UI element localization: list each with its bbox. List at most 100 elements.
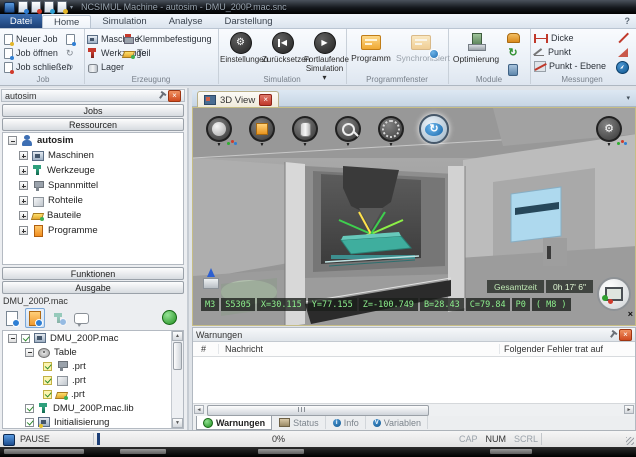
scroll-left-icon[interactable]: ◄ [194,405,204,414]
tree-item-mac[interactable]: DMU_200P.mac [3,331,183,345]
tree-item-programme[interactable]: Programme [3,223,183,238]
qat-dropdown-icon[interactable]: ▾ [70,4,73,11]
qat-play-icon[interactable] [44,1,54,13]
punkt-button[interactable]: Punkt [534,46,571,58]
tree-item-rohteile[interactable]: Rohteile [3,193,183,208]
tab-darstellung[interactable]: Darstellung [214,14,284,28]
tab-simulation[interactable]: Simulation [91,14,157,28]
einstellungen-button[interactable]: ⚙ Einstellungen [220,32,261,65]
sync-job-button[interactable]: ↻ [66,61,74,73]
dropdown-caret-icon[interactable]: ▼ [346,143,351,147]
collapse-icon[interactable] [25,348,34,357]
dropdown-caret-icon[interactable]: ▼ [303,143,308,147]
expand-icon[interactable] [19,181,28,190]
column-nachricht[interactable]: Nachricht [219,344,499,354]
pin-icon[interactable] [159,92,165,99]
expand-icon[interactable] [19,166,28,175]
measure-angle-button[interactable] [616,46,629,58]
collapse-icon[interactable] [8,334,17,343]
programm-button[interactable]: Programm [348,35,394,63]
zoom-button[interactable]: ▼ [335,116,361,147]
monitor-panel-button[interactable] [597,277,631,311]
optimierung-button[interactable]: Optimierung [450,33,502,64]
tree-item-werkzeuge[interactable]: Werkzeuge [3,163,183,178]
tree-item-maclib[interactable]: DMU_200P.mac.lib [3,401,183,415]
scroll-up-icon[interactable]: ▲ [172,331,183,341]
qat-save-icon[interactable] [57,1,67,13]
lager-button[interactable]: Lager [87,61,124,73]
synchronisiert-button[interactable]: Synchronisiert [396,35,446,63]
glove-tool-button[interactable] [506,31,520,44]
close-job-button[interactable]: Job schließen [4,61,72,73]
tree-item-spannmittel[interactable]: Spannmittel [3,178,183,193]
3d-view-tab[interactable]: 3D View × [197,91,279,108]
tab-status[interactable]: Status [273,416,326,429]
view-list-dropdown-icon[interactable]: ▾ [626,94,630,102]
measure-distance-button[interactable] [616,31,629,43]
checkbox-checked[interactable] [25,404,34,413]
tree-item-table[interactable]: Table [3,345,183,359]
teil-button[interactable]: Teil [123,47,151,59]
report-output-button[interactable] [2,308,22,328]
open-job-button[interactable]: Job öffnen [4,47,58,59]
tab-info[interactable]: i Info [327,416,366,429]
tree-item-prt-1[interactable]: .prt [3,359,183,373]
scroll-right-icon[interactable]: ► [624,405,634,414]
program-output-button[interactable] [25,308,45,328]
scroll-down-icon[interactable]: ▼ [172,418,183,428]
close-view-icon[interactable]: × [259,94,272,106]
duplicate-job-button[interactable] [66,33,75,45]
tab-analyse[interactable]: Analyse [158,14,214,28]
overlay-close-icon[interactable]: × [628,309,633,319]
section-view-button[interactable]: ▼ [292,116,318,147]
tree-item-prt-2[interactable]: .prt [3,373,183,387]
file-menu-button[interactable]: Datei [0,14,42,28]
measure-compass-button[interactable] [616,61,629,73]
expand-icon[interactable] [19,211,28,220]
app-icon[interactable] [4,2,15,13]
scrollbar-thumb[interactable] [173,342,182,370]
tree-item-bauteile[interactable]: Bauteile [3,208,183,223]
funktionen-toggle-button[interactable]: Funktionen [2,267,184,280]
klemmbefestigung-button[interactable]: Klemmbefestigung [123,33,212,45]
tree-item-maschinen[interactable]: Maschinen [3,148,183,163]
ressourcen-toggle-button[interactable]: Ressourcen [2,118,184,131]
display-mode-button[interactable]: ▼ [249,116,275,147]
rotate-view-button[interactable]: ↻ [419,114,449,144]
expand-icon[interactable] [19,151,28,160]
qat-record-icon[interactable] [31,1,41,13]
help-icon[interactable]: ? [625,16,631,26]
expand-icon[interactable] [19,196,28,205]
camera-settings-button[interactable]: ⚙ ▼ [596,116,622,147]
tree-item-initialisierung[interactable]: Initialisierung [3,415,183,429]
tree-item-prt-3[interactable]: .prt [3,387,183,401]
checkbox-checked[interactable] [21,334,30,343]
recalc-button[interactable]: ↻ [506,47,520,60]
collapse-icon[interactable] [8,136,17,145]
selection-mode-button[interactable]: ▼ [378,116,404,147]
dropdown-caret-icon[interactable]: ▼ [389,143,394,147]
tab-warnungen[interactable]: Warnungen [196,416,272,430]
column-number[interactable]: # [193,344,219,354]
punkt-ebene-button[interactable]: Punkt - Ebene [534,60,606,72]
3d-viewport[interactable]: ▼ ▼ ▼ ▼ ▼ ↻ ⚙ ▼ Gesamtzeit 0h 17' 6" [192,107,636,326]
view-orientation-button[interactable]: ▼ [206,116,232,147]
panel-close-icon[interactable]: × [168,90,181,102]
resize-grip[interactable] [626,437,634,445]
qat-new-job-icon[interactable] [18,1,28,13]
dropdown-caret-icon[interactable]: ▼ [217,143,222,147]
pin-icon[interactable] [610,331,616,338]
comment-button[interactable] [71,308,91,328]
scrollbar-thumb[interactable] [207,405,429,416]
tab-home[interactable]: Home [42,15,91,28]
tab-variablen[interactable]: V Variablen [367,416,428,429]
tree-root-autosim[interactable]: autosim [3,133,183,148]
checkbox-checked[interactable] [43,376,52,385]
warnings-close-icon[interactable]: × [619,329,632,341]
column-fehler[interactable]: Folgender Fehler trat auf [499,344,635,354]
tree-scrollbar[interactable]: ▲ ▼ [171,331,183,428]
checkbox-checked[interactable] [43,362,52,371]
dropdown-caret-icon[interactable]: ▼ [607,143,612,147]
dicke-button[interactable]: Dicke [534,32,574,44]
new-job-button[interactable]: Neuer Job [4,33,58,45]
